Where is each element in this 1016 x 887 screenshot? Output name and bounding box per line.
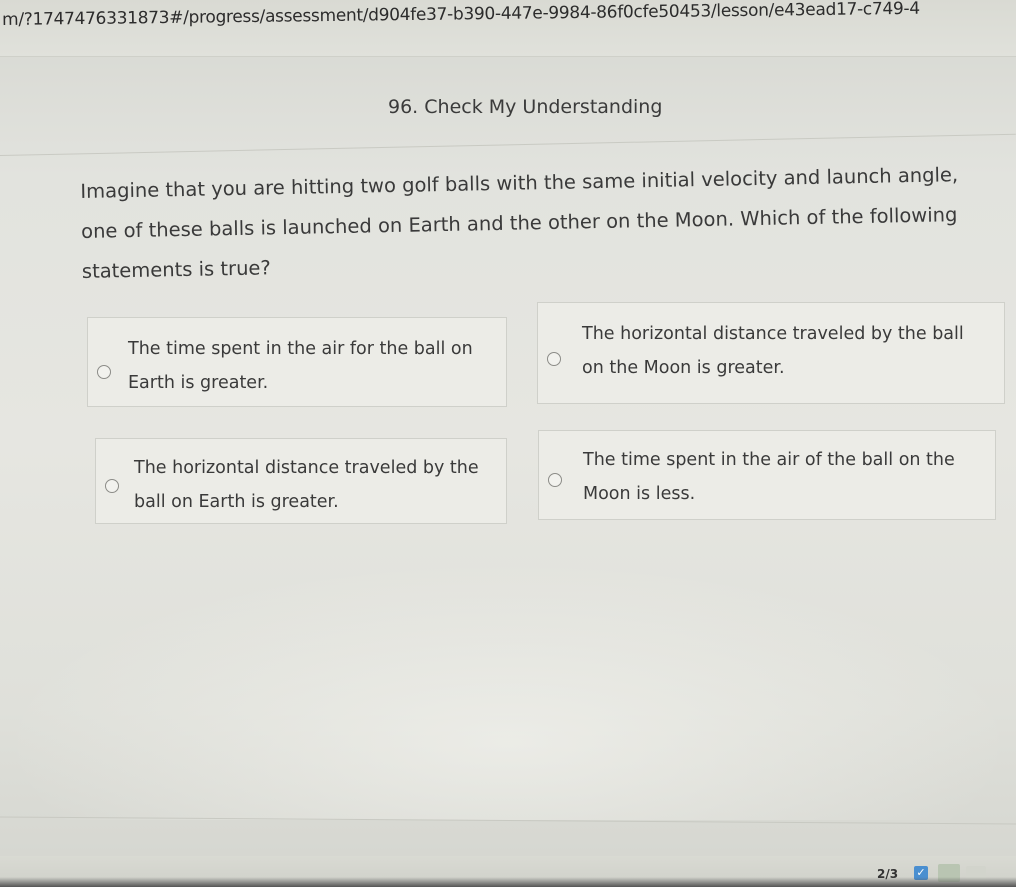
radio-button[interactable] (97, 365, 111, 379)
radio-button[interactable] (105, 479, 119, 493)
radio-button[interactable] (547, 352, 561, 366)
answer-option-label: The time spent in the air for the ball o… (128, 339, 473, 393)
divider (0, 133, 1016, 156)
question-text: Imagine that you are hitting two golf ba… (80, 163, 959, 283)
radio-button[interactable] (548, 473, 562, 487)
answer-option-label: The horizontal distance traveled by the … (134, 458, 479, 512)
divider (0, 816, 1016, 825)
answer-option-1[interactable]: The time spent in the air for the ball o… (87, 317, 507, 407)
answer-option-3[interactable]: The horizontal distance traveled by the … (95, 438, 507, 524)
page-title: 96. Check My Understanding (388, 96, 663, 118)
answer-option-2[interactable]: The horizontal distance traveled by the … (537, 302, 1005, 404)
screen-edge (0, 877, 1016, 887)
answer-option-label: The time spent in the air of the ball on… (583, 450, 955, 504)
browser-address-bar[interactable]: m/?1747476331873#/progress/assessment/d9… (0, 0, 1016, 57)
answer-option-4[interactable]: The time spent in the air of the ball on… (538, 430, 996, 520)
answer-option-label: The horizontal distance traveled by the … (582, 324, 964, 378)
screen-glare (0, 560, 1016, 820)
url-text[interactable]: m/?1747476331873#/progress/assessment/d9… (2, 0, 920, 30)
